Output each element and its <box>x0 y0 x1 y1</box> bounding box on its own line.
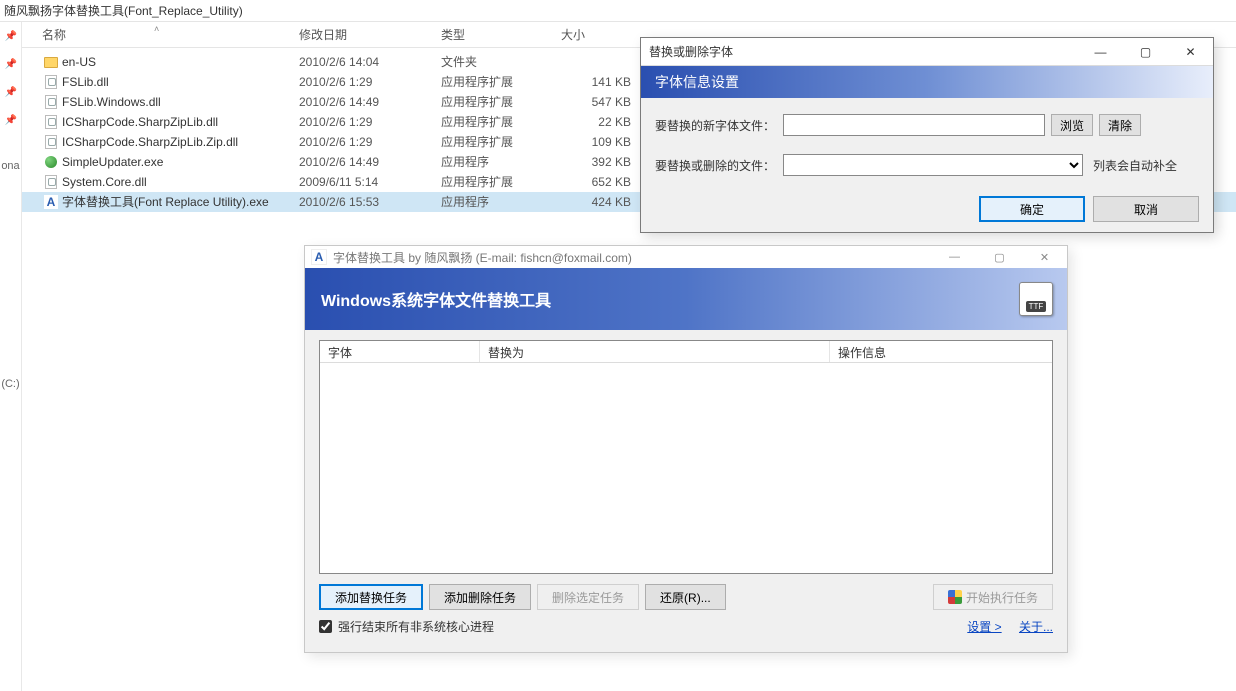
file-type: 应用程序扩展 <box>441 132 561 152</box>
file-name: FSLib.Windows.dll <box>62 92 299 112</box>
ttf-icon: TTF <box>1019 282 1053 316</box>
file-size <box>561 52 641 72</box>
ok-button[interactable]: 确定 <box>979 196 1085 222</box>
target-font-file-label: 要替换或删除的文件： <box>655 157 783 174</box>
force-kill-label[interactable]: 强行结束所有非系统核心进程 <box>338 618 494 635</box>
file-type: 应用程序扩展 <box>441 172 561 192</box>
new-font-file-input[interactable] <box>783 114 1045 136</box>
file-name: en-US <box>62 52 299 72</box>
rail-label: ona <box>0 154 21 172</box>
start-tasks-button: 开始执行任务 <box>933 584 1053 610</box>
titlebar[interactable]: 替换或删除字体 — ▢ ✕ <box>641 38 1213 66</box>
file-date: 2010/2/6 15:53 <box>299 192 441 212</box>
maximize-button[interactable]: ▢ <box>1123 38 1168 66</box>
col-replace-with[interactable]: 替换为 <box>480 341 830 362</box>
dll-icon <box>42 172 60 192</box>
restore-button[interactable]: 还原(R)... <box>645 584 726 610</box>
file-name: ICSharpCode.SharpZipLib.dll <box>62 112 299 132</box>
file-type: 应用程序 <box>441 152 561 172</box>
file-date: 2010/2/6 14:04 <box>299 52 441 72</box>
app-icon: A <box>311 249 327 265</box>
target-font-combo[interactable] <box>783 154 1083 176</box>
address-bar[interactable]: 随风飘扬字体替换工具(Font_Replace_Utility) <box>0 0 1236 22</box>
col-date[interactable]: 修改日期 <box>299 26 441 43</box>
file-type: 应用程序扩展 <box>441 112 561 132</box>
dll-icon <box>42 112 60 132</box>
window-title: 替换或删除字体 <box>641 43 1078 60</box>
maximize-button[interactable]: ▢ <box>977 246 1022 268</box>
explorer-left-rail: 📌 📌 📌 📌 ona (C:) <box>0 22 22 691</box>
col-font[interactable]: 字体 <box>320 341 480 362</box>
file-size: 392 KB <box>561 152 641 172</box>
file-date: 2010/2/6 14:49 <box>299 152 441 172</box>
font-icon: A <box>42 192 60 212</box>
bottom-bar: 强行结束所有非系统核心进程 设置 > 关于... <box>319 618 1053 635</box>
force-kill-checkbox[interactable] <box>319 620 332 633</box>
dialog-banner: 字体信息设置 <box>641 66 1213 98</box>
pin-icon[interactable]: 📌 <box>0 22 22 50</box>
new-font-file-label: 要替换的新字体文件： <box>655 117 783 134</box>
settings-link[interactable]: 设置 > <box>967 620 1001 634</box>
file-date: 2010/2/6 1:29 <box>299 132 441 152</box>
close-button[interactable]: ✕ <box>1022 246 1067 268</box>
col-size[interactable]: 大小 <box>561 26 641 43</box>
file-date: 2010/2/6 1:29 <box>299 112 441 132</box>
col-name[interactable]: 名称 ˄ <box>42 26 299 43</box>
window-title: 字体替换工具 by 随风飘扬 (E-mail: fishcn@foxmail.c… <box>333 249 932 266</box>
toolbar: 添加替换任务 添加删除任务 删除选定任务 还原(R)... 开始执行任务 <box>319 584 1053 610</box>
file-name: System.Core.dll <box>62 172 299 192</box>
delete-selected-task-button: 删除选定任务 <box>537 584 639 610</box>
browse-button[interactable]: 浏览 <box>1051 114 1093 136</box>
file-date: 2010/2/6 1:29 <box>299 72 441 92</box>
add-replace-task-button[interactable]: 添加替换任务 <box>319 584 423 610</box>
titlebar[interactable]: A 字体替换工具 by 随风飘扬 (E-mail: fishcn@foxmail… <box>305 246 1067 268</box>
sort-asc-icon: ˄ <box>154 24 159 34</box>
file-type: 应用程序扩展 <box>441 92 561 112</box>
about-link[interactable]: 关于... <box>1019 620 1053 634</box>
pin-icon[interactable]: 📌 <box>0 78 22 106</box>
autocomplete-hint: 列表会自动补全 <box>1093 157 1177 174</box>
clear-button[interactable]: 清除 <box>1099 114 1141 136</box>
file-name: 字体替换工具(Font Replace Utility).exe <box>62 192 299 212</box>
dll-icon <box>42 72 60 92</box>
listview-header[interactable]: 字体 替换为 操作信息 <box>320 341 1052 363</box>
banner-title: Windows系统字体文件替换工具 <box>321 287 551 311</box>
font-replace-main-window: A 字体替换工具 by 随风飘扬 (E-mail: fishcn@foxmail… <box>304 245 1068 653</box>
file-size: 141 KB <box>561 72 641 92</box>
dll-icon <box>42 92 60 112</box>
minimize-button[interactable]: — <box>932 246 977 268</box>
file-size: 652 KB <box>561 172 641 192</box>
col-type[interactable]: 类型 <box>441 26 561 43</box>
col-info[interactable]: 操作信息 <box>830 341 1052 362</box>
replace-delete-font-dialog: 替换或删除字体 — ▢ ✕ 字体信息设置 要替换的新字体文件： 浏览 清除 要替… <box>640 37 1214 233</box>
add-delete-task-button[interactable]: 添加删除任务 <box>429 584 531 610</box>
rail-drive-label: (C:) <box>0 372 21 390</box>
file-name: SimpleUpdater.exe <box>62 152 299 172</box>
main-banner: Windows系统字体文件替换工具 TTF <box>305 268 1067 330</box>
dll-icon <box>42 132 60 152</box>
minimize-button[interactable]: — <box>1078 38 1123 66</box>
close-button[interactable]: ✕ <box>1168 38 1213 66</box>
cancel-button[interactable]: 取消 <box>1093 196 1199 222</box>
pin-icon[interactable]: 📌 <box>0 106 22 134</box>
file-name: FSLib.dll <box>62 72 299 92</box>
file-size: 424 KB <box>561 192 641 212</box>
exe-icon <box>42 152 60 172</box>
file-date: 2009/6/11 5:14 <box>299 172 441 192</box>
file-date: 2010/2/6 14:49 <box>299 92 441 112</box>
pin-icon[interactable]: 📌 <box>0 50 22 78</box>
file-type: 应用程序扩展 <box>441 72 561 92</box>
file-size: 547 KB <box>561 92 641 112</box>
uac-shield-icon <box>948 590 962 604</box>
task-listview[interactable]: 字体 替换为 操作信息 <box>319 340 1053 574</box>
folder-icon <box>42 52 60 72</box>
file-type: 应用程序 <box>441 192 561 212</box>
file-size: 22 KB <box>561 112 641 132</box>
file-size: 109 KB <box>561 132 641 152</box>
file-name: ICSharpCode.SharpZipLib.Zip.dll <box>62 132 299 152</box>
file-type: 文件夹 <box>441 52 561 72</box>
